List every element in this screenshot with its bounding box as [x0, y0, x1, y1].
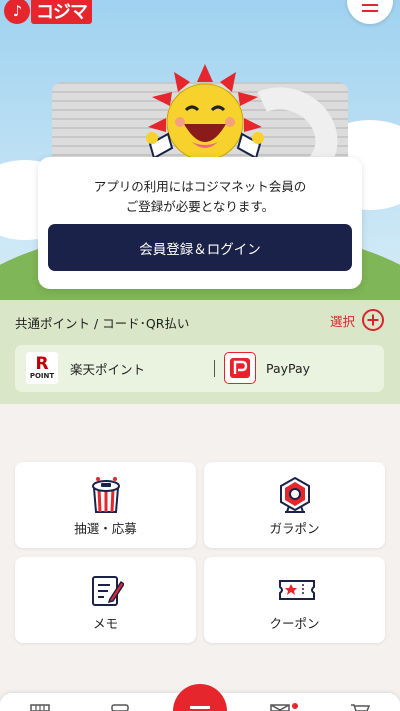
tile-label: メモ — [92, 616, 118, 631]
coupon-icon — [279, 580, 315, 600]
coupon-tile[interactable]: クーポン — [204, 557, 385, 643]
center-bar — [190, 706, 210, 709]
login-notice-card: アプリの利用にはコジマネット会員の ご登録が必要となります。 会員登録＆ログイン — [38, 157, 362, 289]
rakuten-logo-letter: R — [35, 354, 49, 374]
notice-line-2: ご登録が必要となります。 — [125, 199, 275, 214]
cart-icon[interactable] — [350, 704, 370, 711]
lottery-entry-tile[interactable]: 抽選・応募 — [15, 462, 196, 548]
garapon-icon — [280, 476, 310, 513]
notification-badge — [292, 703, 298, 709]
points-bar[interactable]: R POINT 楽天ポイント PayPay — [15, 345, 384, 392]
kojima-logo[interactable]: ♪ コジマ — [4, 0, 92, 24]
paypay-item[interactable]: PayPay — [224, 352, 310, 384]
select-label: 選択 — [329, 313, 355, 329]
tile-label: クーポン — [269, 616, 320, 631]
mail-icon[interactable] — [270, 704, 290, 711]
memo-tile[interactable]: メモ — [15, 557, 196, 643]
home-center-button[interactable] — [173, 684, 227, 711]
tile-label: 抽選・応募 — [74, 521, 137, 536]
mascot-character — [146, 64, 264, 161]
select-points-button[interactable]: 選択 — [330, 309, 384, 331]
tile-label: ガラポン — [269, 521, 320, 536]
logo-mark-icon: ♪ — [4, 0, 30, 24]
register-login-button[interactable]: 会員登録＆ログイン — [48, 224, 352, 271]
points-section-title: 共通ポイント / コード･QR払い — [15, 316, 190, 331]
divider — [214, 360, 215, 377]
notice-message: アプリの利用にはコジマネット会員の ご登録が必要となります。 — [38, 177, 362, 217]
card-icon[interactable] — [110, 704, 130, 711]
lottery-box-icon — [92, 477, 120, 513]
memo-icon — [92, 576, 124, 606]
plus-circle-icon — [362, 309, 384, 331]
points-section: 共通ポイント / コード･QR払い 選択 R POINT 楽天ポイント PayP… — [0, 300, 400, 404]
store-icon[interactable] — [30, 704, 50, 711]
logo-text: コジマ — [31, 0, 92, 24]
rakuten-point-icon: R POINT — [26, 352, 58, 384]
paypay-label: PayPay — [266, 360, 311, 376]
rakuten-logo-sub: POINT — [29, 372, 55, 380]
menu-bar — [362, 10, 378, 12]
rakuten-point-item[interactable]: R POINT 楽天ポイント — [26, 352, 145, 384]
rakuten-point-label: 楽天ポイント — [70, 361, 146, 377]
garapon-tile[interactable]: ガラポン — [204, 462, 385, 548]
notice-line-1: アプリの利用にはコジマネット会員の — [93, 179, 307, 194]
paypay-icon — [224, 352, 256, 384]
menu-bar — [362, 4, 378, 6]
